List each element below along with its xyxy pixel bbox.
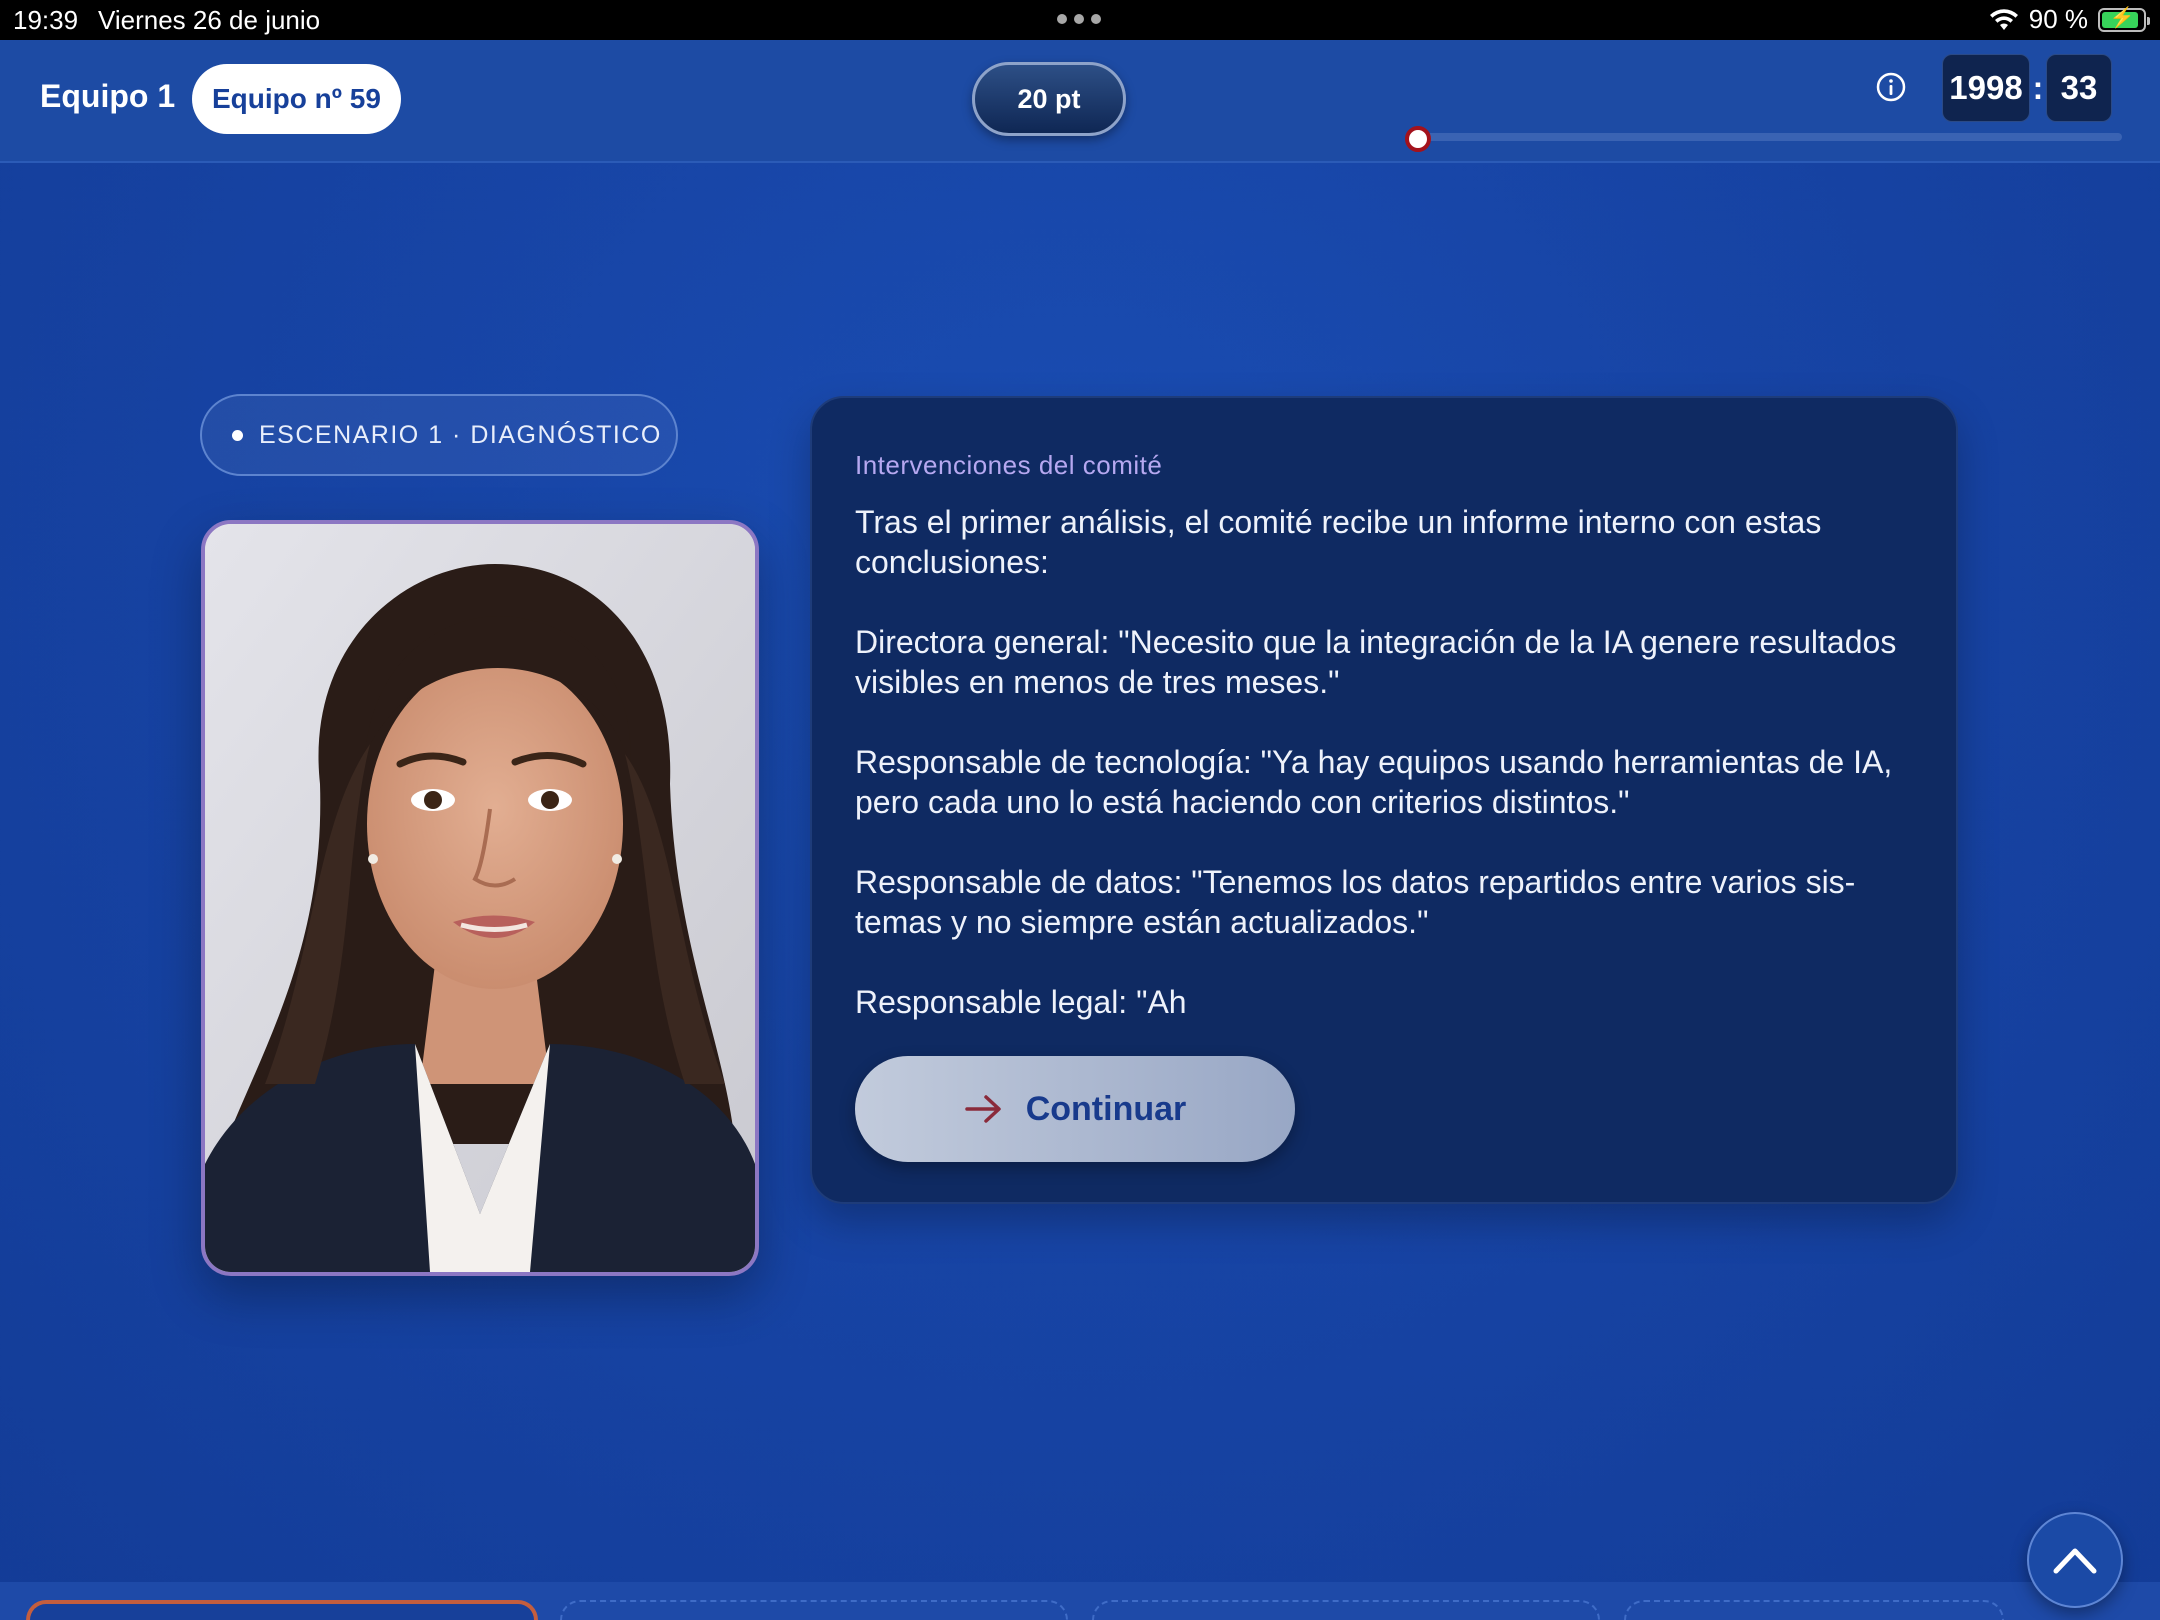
team-number-chip: Equipo nº 59 xyxy=(192,64,401,134)
card-paragraph: Responsable legal: "Ah xyxy=(855,984,1187,1020)
game-header: Equipo 1 Equipo nº 59 20 pt 1998 : 33 xyxy=(0,40,2160,163)
scenario-label: ESCENARIO 1 · DIAGNÓSTICO xyxy=(259,420,662,449)
scenario-chip: ESCENARIO 1 · DIAGNÓSTICO xyxy=(200,394,678,476)
card-body: Tras el primer análisis, el comité recib… xyxy=(855,502,1915,1062)
scroll-up-button[interactable] xyxy=(2027,1512,2123,1608)
continue-label: Continuar xyxy=(1025,1089,1187,1128)
card-paragraph: Responsable de tecnología: "Ya hay equip… xyxy=(855,744,1893,820)
bottom-tab-active[interactable] xyxy=(26,1600,538,1620)
speaker-portrait-image xyxy=(205,524,755,1272)
info-icon[interactable] xyxy=(1875,71,1907,103)
countdown-timer: 1998 : 33 xyxy=(1942,54,2112,122)
multitasking-dots-icon[interactable] xyxy=(1057,14,1101,24)
timer-minutes: 1998 xyxy=(1942,54,2030,122)
points-badge: 20 pt xyxy=(972,62,1126,136)
card-kicker: Intervenciones del comité xyxy=(855,450,1163,480)
card-paragraph: Responsable de datos: "Tenemos los datos… xyxy=(855,864,1856,940)
card-paragraph: Directora general: "Necesito que la inte… xyxy=(855,624,1897,700)
continue-button[interactable]: Continuar xyxy=(855,1056,1295,1162)
team-label: Equipo 1 xyxy=(40,78,176,114)
bullet-dot-icon xyxy=(232,429,243,441)
card-paragraph: Tras el primer análisis, el comité recib… xyxy=(855,504,1822,580)
bottom-tab[interactable] xyxy=(1092,1600,1600,1620)
wifi-icon xyxy=(1989,8,2018,30)
arrow-right-icon xyxy=(964,1095,1001,1123)
battery-icon: ⚡ xyxy=(2098,7,2150,32)
chevron-up-icon xyxy=(2053,1548,2097,1574)
bottom-tab[interactable] xyxy=(1624,1600,2004,1620)
status-bar: 19:39 Viernes 26 de junio 90 % ⚡ xyxy=(0,0,2160,40)
status-date: Viernes 26 de junio xyxy=(98,5,321,35)
speaker-portrait xyxy=(201,520,759,1276)
dialog-card: Intervenciones del comité Tras el primer… xyxy=(810,396,1958,1204)
battery-percent: 90 % xyxy=(2028,4,2088,34)
timer-separator: : xyxy=(2032,69,2044,106)
timer-seconds: 33 xyxy=(2046,54,2112,122)
progress-knob xyxy=(1405,126,1431,152)
status-right: 90 % ⚡ xyxy=(1989,4,2150,35)
progress-bar xyxy=(1418,133,2122,141)
bottom-tab[interactable] xyxy=(560,1600,1068,1620)
status-time: 19:39 xyxy=(13,5,79,35)
